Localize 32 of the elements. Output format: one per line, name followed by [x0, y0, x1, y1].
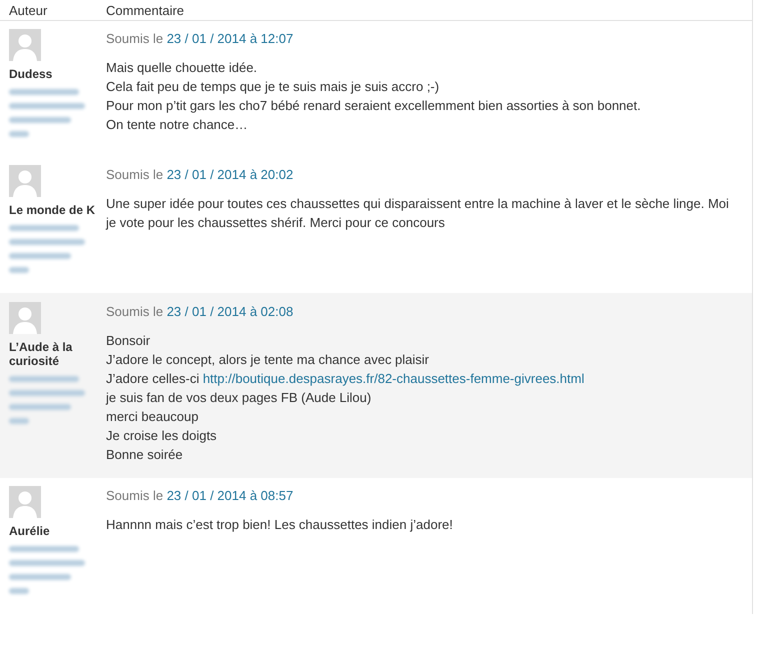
comment-text: Pour mon p’tit gars les cho7 bébé renard seraient excellemment bien assorties à son bonnet. [106, 97, 642, 115]
avatar-icon [9, 29, 41, 61]
date-link[interactable]: 23 / 01 / 2014 à 20:02 [166, 167, 294, 182]
date-link[interactable]: 23 / 01 / 2014 à 02:08 [166, 304, 294, 319]
author-name: Aurélie [9, 524, 51, 538]
comment-text: Une super idée pour toutes ces chaussettes qui disparaissent entre la machine à laver et le sèche linge. Moi je vote pour les chaussettes shérif. Merci pour ce concours [106, 195, 730, 232]
comment-text: Hannnn mais c’est trop bien! Les chaussettes indien j’adore! [106, 516, 454, 534]
comment-text: J’adore le concept, alors je tente ma chance avec plaisir [106, 351, 430, 369]
comment-text: Bonne soirée [106, 446, 184, 464]
author-name: Le monde de K [9, 203, 96, 217]
comment-text: Cela fait peu de temps que je te suis mais je suis accro ;-) [106, 78, 440, 96]
avatar-icon [9, 486, 41, 518]
submitted-date: Soumis le 23 / 01 / 2014 à 20:02 [106, 167, 294, 182]
column-header: Commentaire [105, 3, 186, 18]
comment-text: Je croise les doigts [106, 427, 218, 445]
comment-text: J’adore celles-ci http://boutique.despasrayes.fr/82-chaussettes-femme-givrees.html [106, 370, 586, 388]
author-name: Dudess [9, 67, 54, 81]
avatar-icon [9, 165, 41, 197]
date-link[interactable]: 23 / 01 / 2014 à 08:57 [166, 488, 294, 503]
url-link[interactable]: http://boutique.despasrayes.fr/82-chaussettes-femme-givrees.html [202, 371, 584, 386]
submitted-date: Soumis le 23 / 01 / 2014 à 02:08 [106, 304, 294, 319]
submitted-date: Soumis le 23 / 01 / 2014 à 08:57 [106, 488, 294, 503]
comment-text: merci beaucoup [106, 408, 200, 426]
comment-text: Bonsoir [106, 332, 152, 350]
author-name: L’Aude à la curiosité [9, 340, 74, 368]
comment-text: On tente notre chance… [106, 116, 249, 134]
comment-text: je suis fan de vos deux pages FB (Aude Lilou) [106, 389, 372, 407]
column-header: Auteur [8, 3, 48, 18]
avatar-icon [9, 302, 41, 334]
date-link[interactable]: 23 / 01 / 2014 à 12:07 [166, 31, 294, 46]
comment-text: Mais quelle chouette idée. [106, 59, 258, 77]
submitted-date: Soumis le 23 / 01 / 2014 à 12:07 [106, 31, 294, 46]
